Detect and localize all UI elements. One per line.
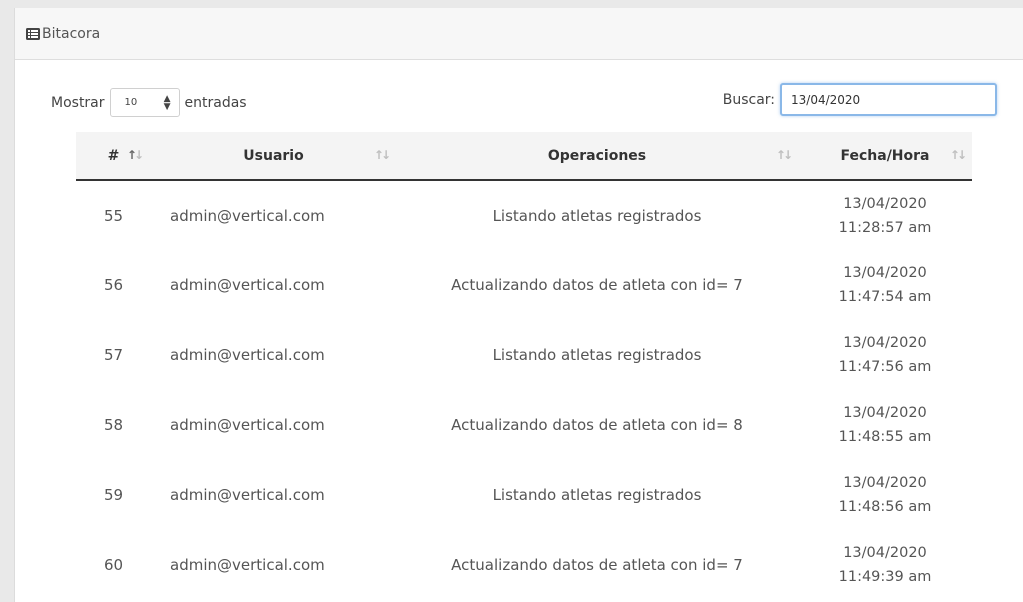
cell-operation: Actualizando datos de atleta con id= 7 bbox=[451, 556, 743, 574]
table-row[interactable]: 55 admin@vertical.com Listando atletas r… bbox=[76, 180, 972, 250]
table-row[interactable]: 58 admin@vertical.com Actualizando datos… bbox=[76, 390, 972, 460]
cell-date: 13/04/2020 bbox=[843, 265, 927, 281]
cell-datetime: 13/04/2020 11:48:56 am bbox=[798, 460, 972, 530]
entries-length-select[interactable]: 10 ▲ ▼ bbox=[109, 88, 180, 117]
cell-user: admin@vertical.com bbox=[170, 276, 325, 294]
cell-date: 13/04/2020 bbox=[843, 475, 927, 491]
cell-user: admin@vertical.com bbox=[170, 346, 325, 364]
length-value: 10 bbox=[124, 97, 138, 108]
column-header-usuario[interactable]: Usuario ↑↓ bbox=[151, 132, 396, 181]
column-header-label: # bbox=[107, 147, 120, 164]
search-input[interactable] bbox=[780, 83, 997, 116]
sort-icon: ↑↓ bbox=[949, 148, 967, 162]
cell-operation: Actualizando datos de atleta con id= 8 bbox=[451, 416, 743, 434]
show-label: Mostrar bbox=[51, 94, 105, 111]
sort-icon: ↑↓ bbox=[373, 148, 391, 162]
length-control: Mostrar 10 ▲ ▼ entradas bbox=[51, 88, 247, 117]
search-label: Buscar: bbox=[722, 91, 775, 108]
table-body: 55 admin@vertical.com Listando atletas r… bbox=[76, 180, 972, 600]
column-header-operaciones[interactable]: Operaciones ↑↓ bbox=[396, 132, 798, 181]
cell-operation: Listando atletas registrados bbox=[492, 486, 702, 504]
table-header-row: # ↑↓ Usuario ↑↓ Operaciones ↑↓ Fecha/Hor… bbox=[76, 132, 972, 181]
column-header-fecha-hora[interactable]: Fecha/Hora ↑↓ bbox=[798, 132, 972, 181]
cell-datetime: 13/04/2020 11:48:55 am bbox=[798, 390, 972, 460]
entries-label: entradas bbox=[184, 94, 247, 111]
table-row[interactable]: 60 admin@vertical.com Actualizando datos… bbox=[76, 530, 972, 600]
cell-operation: Actualizando datos de atleta con id= 7 bbox=[451, 276, 743, 294]
table-row[interactable]: 56 admin@vertical.com Actualizando datos… bbox=[76, 250, 972, 320]
cell-id: 60 bbox=[103, 556, 124, 574]
panel-header: Bitacora bbox=[15, 8, 1023, 60]
column-header-label: Usuario bbox=[243, 147, 304, 164]
cell-operation: Listando atletas registrados bbox=[492, 346, 702, 364]
search-control: Buscar: bbox=[723, 83, 997, 116]
cell-time: 11:49:39 am bbox=[838, 569, 932, 585]
panel-title: Bitacora bbox=[42, 25, 101, 42]
cell-time: 11:47:54 am bbox=[838, 289, 932, 305]
cell-id: 58 bbox=[103, 416, 124, 434]
table-controls: Mostrar 10 ▲ ▼ entradas Buscar: bbox=[51, 83, 997, 117]
column-header-label: Operaciones bbox=[547, 147, 647, 164]
cell-operation: Listando atletas registrados bbox=[492, 206, 702, 225]
bitacora-panel: Bitacora Mostrar 10 ▲ ▼ entradas Buscar: … bbox=[14, 8, 1023, 602]
cell-time: 11:48:56 am bbox=[838, 499, 932, 515]
bitacora-table: # ↑↓ Usuario ↑↓ Operaciones ↑↓ Fecha/Hor… bbox=[76, 132, 972, 600]
table-row[interactable]: 57 admin@vertical.com Listando atletas r… bbox=[76, 320, 972, 390]
cell-date: 13/04/2020 bbox=[843, 405, 927, 421]
cell-datetime: 13/04/2020 11:28:57 am bbox=[798, 180, 972, 250]
cell-user: admin@vertical.com bbox=[170, 486, 325, 504]
cell-id: 59 bbox=[103, 486, 124, 504]
column-header-label: Fecha/Hora bbox=[840, 147, 930, 164]
list-table-icon bbox=[26, 27, 40, 40]
cell-user: admin@vertical.com bbox=[170, 556, 325, 574]
cell-date: 13/04/2020 bbox=[843, 195, 927, 212]
select-arrows-icon: ▲ ▼ bbox=[163, 93, 171, 112]
sort-icon: ↑↓ bbox=[775, 148, 793, 162]
column-header-id[interactable]: # ↑↓ bbox=[76, 132, 151, 181]
cell-id: 56 bbox=[103, 276, 124, 294]
cell-user: admin@vertical.com bbox=[170, 416, 325, 434]
cell-time: 11:28:57 am bbox=[838, 219, 932, 236]
cell-datetime: 13/04/2020 11:47:56 am bbox=[798, 320, 972, 390]
cell-id: 57 bbox=[103, 346, 124, 364]
cell-date: 13/04/2020 bbox=[843, 335, 927, 351]
cell-datetime: 13/04/2020 11:47:54 am bbox=[798, 250, 972, 320]
table-row[interactable]: 59 admin@vertical.com Listando atletas r… bbox=[76, 460, 972, 530]
cell-date: 13/04/2020 bbox=[843, 545, 927, 561]
cell-user: admin@vertical.com bbox=[170, 206, 325, 225]
cell-time: 11:48:55 am bbox=[838, 429, 932, 445]
cell-time: 11:47:56 am bbox=[838, 359, 932, 375]
sort-icon: ↑↓ bbox=[126, 148, 144, 162]
cell-id: 55 bbox=[103, 206, 124, 225]
cell-datetime: 13/04/2020 11:49:39 am bbox=[798, 530, 972, 600]
